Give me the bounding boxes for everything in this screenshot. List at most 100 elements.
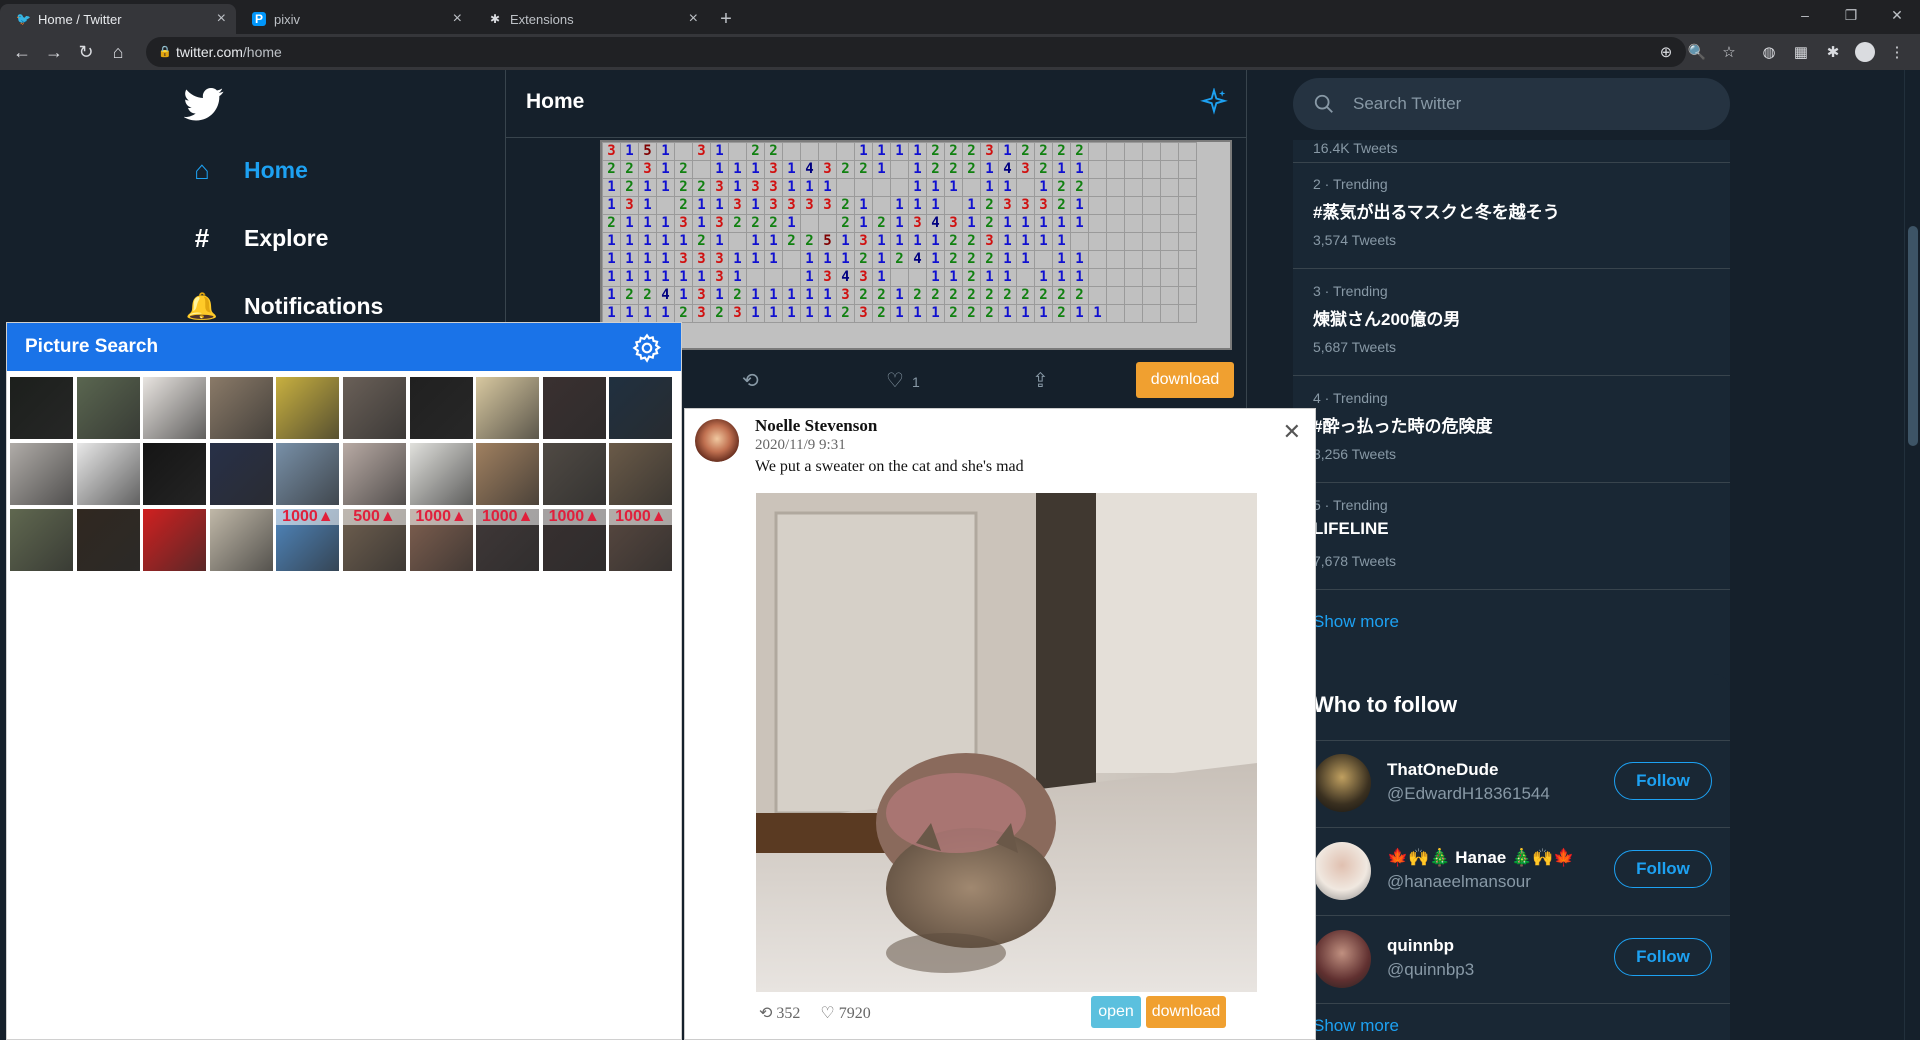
avatar[interactable] — [1313, 754, 1371, 812]
thumbnail[interactable] — [609, 443, 673, 505]
thumbnail[interactable] — [209, 443, 273, 505]
share-icon[interactable]: ⇪ — [1032, 368, 1049, 393]
thumbnail[interactable] — [609, 377, 673, 439]
close-icon[interactable]: ✕ — [1283, 419, 1301, 445]
search-input[interactable]: Search Twitter — [1293, 78, 1730, 130]
tweet-author[interactable]: Noelle Stevenson — [755, 416, 877, 436]
thumbnail[interactable] — [209, 377, 273, 439]
close-icon[interactable]: × — [689, 10, 698, 28]
thumbnail[interactable]: 1000▲ — [276, 509, 340, 571]
follow-suggestion[interactable]: 🍁🙌🎄 Hanae 🎄🙌🍁 @hanaeelmansour Follow — [1293, 828, 1730, 916]
close-icon[interactable]: × — [217, 10, 226, 28]
thumbnail[interactable] — [409, 377, 473, 439]
trend-item[interactable]: 2 · Trending #蒸気が出るマスクと冬を越そう 3,574 Tweet… — [1293, 162, 1730, 269]
follow-show-more-link[interactable]: Show more — [1313, 1016, 1399, 1036]
download-button[interactable]: download — [1136, 362, 1234, 398]
close-window-icon[interactable]: ✕ — [1874, 0, 1920, 30]
nav-explore[interactable]: # Explore — [188, 223, 329, 253]
minesweeper-cell: 1 — [620, 232, 639, 251]
profile-avatar-icon[interactable] — [1852, 39, 1878, 65]
thumbnail[interactable] — [10, 509, 73, 571]
trend-item[interactable]: 4 · Trending #酔っ払った時の危険度 3,256 Tweets — [1293, 376, 1730, 483]
avatar[interactable] — [695, 419, 739, 463]
tweet-image-minesweeper[interactable]: 3151312211112223122222231211131432211222… — [600, 140, 1232, 350]
page-scrollbar[interactable] — [1904, 70, 1920, 1040]
minesweeper-cell: 3 — [782, 196, 801, 215]
thumbnail[interactable]: 500▲ — [343, 509, 406, 571]
new-tab-button[interactable]: + — [708, 4, 744, 34]
follow-button[interactable]: Follow — [1614, 762, 1712, 800]
back-icon[interactable]: ← — [6, 36, 38, 68]
thumbnail[interactable]: 1000▲ — [476, 509, 540, 571]
follow-suggestion[interactable]: quinnbp @quinnbp3 Follow — [1293, 916, 1730, 1004]
home-button-icon[interactable]: ⌂ — [102, 36, 134, 68]
close-icon[interactable]: × — [453, 10, 462, 28]
thumbnail[interactable] — [209, 509, 273, 571]
like-count[interactable]: ♡ 7920 — [820, 1003, 870, 1023]
extension-icon[interactable]: ◍ — [1756, 39, 1782, 65]
thumbnail[interactable] — [476, 377, 540, 439]
download-button[interactable]: download — [1146, 996, 1226, 1028]
thumbnail[interactable] — [10, 443, 73, 505]
thumbnail[interactable] — [76, 509, 140, 571]
trend-item[interactable]: 3 · Trending 煉獄さん200億の男 5,687 Tweets — [1293, 269, 1730, 376]
trend-item[interactable]: 5 · Trending LIFELINE 7,678 Tweets — [1293, 483, 1730, 590]
retweet-icon[interactable]: ⟲ — [742, 368, 759, 393]
thumbnail[interactable]: 1000▲ — [409, 509, 473, 571]
thumbnail[interactable] — [476, 443, 540, 505]
minesweeper-cell: 1 — [1034, 232, 1053, 251]
minesweeper-cell: 1 — [620, 268, 639, 287]
avatar[interactable] — [1313, 842, 1371, 900]
install-icon[interactable]: ⊕ — [1653, 39, 1679, 65]
extension-icon[interactable]: ▦ — [1788, 39, 1814, 65]
open-button[interactable]: open — [1091, 996, 1141, 1028]
reload-icon[interactable]: ↻ — [70, 36, 102, 68]
tab-pixiv[interactable]: P pixiv × — [236, 4, 472, 34]
sparkle-icon[interactable] — [1200, 88, 1228, 116]
menu-kebab-icon[interactable]: ⋮ — [1884, 39, 1910, 65]
avatar[interactable] — [1313, 930, 1371, 988]
like-button[interactable]: ♡ 1 — [886, 368, 920, 393]
thumbnail[interactable]: 1000▲ — [609, 509, 673, 571]
thumbnail[interactable] — [542, 443, 606, 505]
thumbnail[interactable] — [343, 443, 406, 505]
minesweeper-cell: 3 — [764, 196, 783, 215]
thumbnail[interactable] — [276, 377, 340, 439]
restore-icon[interactable]: ❐ — [1828, 0, 1874, 30]
tweet-photo[interactable] — [756, 493, 1257, 992]
nav-home[interactable]: ⌂ Home — [188, 155, 308, 185]
retweet-count[interactable]: ⟲ 352 — [759, 1003, 800, 1023]
gear-icon[interactable] — [631, 332, 663, 364]
bookmark-star-icon[interactable]: ☆ — [1716, 39, 1742, 65]
zoom-icon[interactable]: 🔍 — [1684, 39, 1710, 65]
thumbnail[interactable] — [343, 377, 406, 439]
thumbnail[interactable] — [143, 443, 207, 505]
thumbnail[interactable] — [542, 377, 606, 439]
bookmark-count-badge: 1000▲ — [542, 509, 606, 525]
thumbnail[interactable] — [143, 509, 207, 571]
follow-button[interactable]: Follow — [1614, 850, 1712, 888]
minesweeper-cell: 1 — [854, 214, 873, 233]
follow-suggestion[interactable]: ThatOneDude @EdwardH18361544 Follow — [1293, 740, 1730, 828]
scrollbar-thumb[interactable] — [1908, 226, 1918, 446]
puzzle-icon[interactable]: ✱ — [1820, 39, 1846, 65]
minesweeper-cell — [1106, 232, 1125, 251]
thumbnail[interactable] — [143, 377, 207, 439]
thumbnail[interactable] — [276, 443, 340, 505]
thumbnail[interactable]: 1000▲ — [542, 509, 606, 571]
follow-button[interactable]: Follow — [1614, 938, 1712, 976]
trends-show-more-link[interactable]: Show more — [1313, 612, 1399, 632]
thumbnail[interactable] — [409, 443, 473, 505]
tab-extensions[interactable]: ✱ Extensions × — [472, 4, 708, 34]
tab-twitter-home[interactable]: 🐦 Home / Twitter × — [0, 4, 236, 34]
minimize-icon[interactable]: – — [1782, 0, 1828, 30]
minesweeper-cell: 2 — [1034, 142, 1053, 161]
thumbnail[interactable] — [76, 377, 140, 439]
nav-notifications[interactable]: 🔔 Notifications — [186, 291, 383, 321]
forward-icon[interactable]: → — [38, 36, 70, 68]
thumbnail[interactable] — [10, 377, 73, 439]
thumbnail[interactable] — [76, 443, 140, 505]
twitter-logo-icon[interactable] — [184, 84, 224, 124]
minesweeper-cell: 1 — [602, 232, 621, 251]
address-bar[interactable]: 🔒 twitter.com/home — [146, 37, 1686, 67]
